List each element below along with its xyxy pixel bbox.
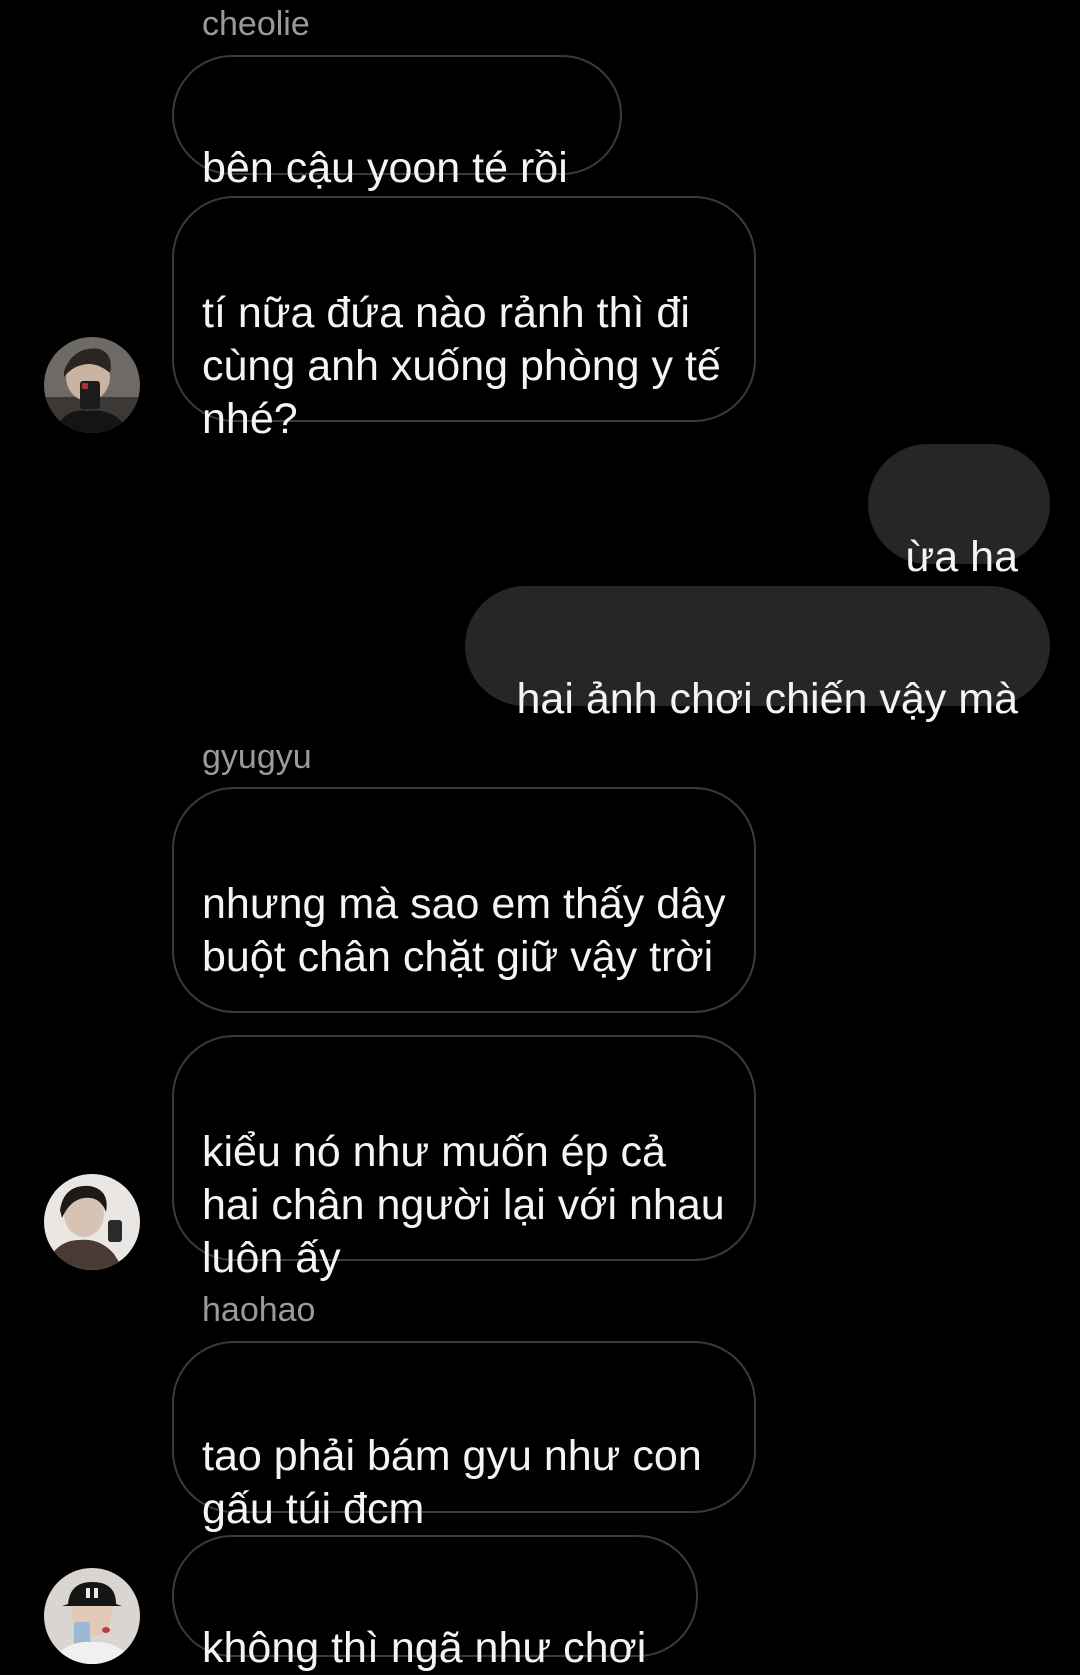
message-bubble-outgoing[interactable]: hai ảnh chơi chiến vậy mà — [465, 586, 1050, 723]
message-bubble-incoming[interactable]: bên cậu yoon té rồi — [172, 55, 622, 192]
message-text: kiểu nó như muốn ép cả hai chân người lạ… — [202, 1128, 725, 1282]
message-text: bên cậu yoon té rồi — [202, 144, 568, 192]
sender-name: gyugyu — [202, 738, 312, 776]
avatar-cheolie[interactable] — [44, 337, 140, 433]
message-bubble-incoming[interactable]: kiểu nó như muốn ép cả hai chân người lạ… — [172, 1035, 756, 1282]
sender-name: haohao — [202, 1291, 316, 1329]
message-bubble-outgoing[interactable]: ừa ha — [868, 444, 1050, 581]
message-bubble-incoming[interactable]: không thì ngã như chơi — [172, 1535, 698, 1672]
avatar-gyugyu[interactable] — [44, 1174, 140, 1270]
message-text: không thì ngã như chơi — [202, 1624, 647, 1672]
message-bubble-incoming[interactable]: nhưng mà sao em thấy dây buột chân chặt … — [172, 787, 756, 1013]
message-text: tao phải bám gyu như con gấu túi đcm — [202, 1432, 702, 1533]
message-text: hai ảnh chơi chiến vậy mà — [516, 675, 1018, 723]
sender-name: cheolie — [202, 5, 310, 43]
message-text: nhưng mà sao em thấy dây buột chân chặt … — [202, 880, 726, 981]
avatar-haohao[interactable] — [44, 1568, 140, 1664]
message-bubble-incoming[interactable]: tao phải bám gyu như con gấu túi đcm — [172, 1341, 756, 1533]
message-text: ừa ha — [905, 533, 1018, 581]
message-text: tí nữa đứa nào rảnh thì đi cùng anh xuốn… — [202, 289, 721, 443]
message-bubble-incoming[interactable]: tí nữa đứa nào rảnh thì đi cùng anh xuốn… — [172, 196, 756, 443]
